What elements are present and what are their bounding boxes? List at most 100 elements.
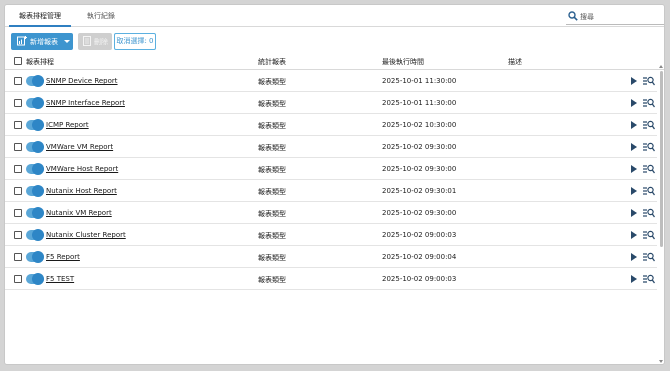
report-add-icon [17, 36, 27, 46]
cancel-selection-button[interactable]: 取消選擇: 0 [114, 33, 156, 50]
play-icon[interactable] [631, 275, 637, 283]
list-search-icon[interactable] [643, 274, 655, 284]
play-icon[interactable] [631, 209, 637, 217]
table-row[interactable]: Nutanix Host Report 報表類型 2025-10-02 09:30:… [5, 180, 657, 202]
search-box[interactable] [566, 9, 664, 25]
column-header-desc[interactable]: 描述 [508, 57, 522, 67]
row-checkbox[interactable] [14, 121, 22, 129]
column-header-schedule[interactable]: 報表排程 [26, 57, 54, 67]
enable-toggle[interactable] [26, 75, 44, 87]
toggle-knob [32, 97, 44, 109]
delete-button[interactable]: 刪除 [78, 33, 112, 50]
report-name-link[interactable]: Nutanix VM Report [46, 209, 112, 217]
select-all-checkbox[interactable] [14, 57, 22, 65]
report-name-link[interactable]: SNMP Interface Report [46, 99, 125, 107]
enable-toggle[interactable] [26, 229, 44, 241]
last-run-time: 2025-10-02 09:30:00 [382, 165, 457, 173]
play-icon[interactable] [631, 77, 637, 85]
row-checkbox[interactable] [14, 143, 22, 151]
play-icon[interactable] [631, 165, 637, 173]
tab-report-schedule[interactable]: 報表排程管理 [9, 5, 71, 27]
play-icon[interactable] [631, 187, 637, 195]
enable-toggle[interactable] [26, 119, 44, 131]
delete-label: 刪除 [94, 38, 108, 46]
add-report-button[interactable]: 新增報表 [11, 33, 73, 50]
last-run-time: 2025-10-02 09:00:03 [382, 231, 457, 239]
search-input[interactable] [580, 10, 660, 23]
list-search-icon[interactable] [643, 164, 655, 174]
row-checkbox[interactable] [14, 187, 22, 195]
table-row[interactable]: SNMP Device Report 報表類型 2025-10-01 11:30:0… [5, 70, 657, 92]
list-search-icon[interactable] [643, 120, 655, 130]
scroll-down-arrow[interactable] [659, 360, 663, 363]
enable-toggle[interactable] [26, 251, 44, 263]
tab-bar: 報表排程管理 執行紀錄 [5, 5, 664, 27]
row-checkbox[interactable] [14, 77, 22, 85]
chevron-down-icon [64, 40, 70, 43]
toggle-knob [32, 185, 44, 197]
report-name-link[interactable]: F5 TEST [46, 275, 74, 283]
list-search-icon[interactable] [643, 230, 655, 240]
search-icon [568, 11, 578, 21]
list-search-icon[interactable] [643, 252, 655, 262]
table-row[interactable]: F5 Report 報表類型 2025-10-02 09:00:04 [5, 246, 657, 268]
report-type: 報表類型 [258, 166, 286, 174]
row-checkbox[interactable] [14, 165, 22, 173]
scrollbar-thumb[interactable] [660, 71, 663, 247]
last-run-time: 2025-10-01 11:30:00 [382, 99, 457, 107]
last-run-time: 2025-10-02 09:30:01 [382, 187, 457, 195]
table-row[interactable]: Nutanix Cluster Report 報表類型 2025-10-02 09:… [5, 224, 657, 246]
report-name-link[interactable]: SNMP Device Report [46, 77, 118, 85]
report-type: 報表類型 [258, 276, 286, 284]
table-row[interactable]: VMWare Host Report 報表類型 2025-10-02 09:30:0… [5, 158, 657, 180]
play-icon[interactable] [631, 99, 637, 107]
list-search-icon[interactable] [643, 76, 655, 86]
column-header-stat[interactable]: 統計報表 [258, 57, 286, 67]
report-name-link[interactable]: ICMP Report [46, 121, 89, 129]
play-icon[interactable] [631, 121, 637, 129]
list-search-icon[interactable] [643, 186, 655, 196]
enable-toggle[interactable] [26, 185, 44, 197]
enable-toggle[interactable] [26, 163, 44, 175]
row-checkbox[interactable] [14, 253, 22, 261]
table-header: 報表排程 統計報表 最後執行時間 描述 [5, 52, 664, 70]
report-name-link[interactable]: VMWare Host Report [46, 165, 118, 173]
enable-toggle[interactable] [26, 97, 44, 109]
row-checkbox[interactable] [14, 231, 22, 239]
list-search-icon[interactable] [643, 98, 655, 108]
last-run-time: 2025-10-02 09:30:00 [382, 209, 457, 217]
list-search-icon[interactable] [643, 142, 655, 152]
toggle-knob [32, 163, 44, 175]
enable-toggle[interactable] [26, 141, 44, 153]
toggle-knob [32, 273, 44, 285]
table-row[interactable]: Nutanix VM Report 報表類型 2025-10-02 09:30:00 [5, 202, 657, 224]
report-name-link[interactable]: Nutanix Cluster Report [46, 231, 126, 239]
table-row[interactable]: VMWare VM Report 報表類型 2025-10-02 09:30:00 [5, 136, 657, 158]
enable-toggle[interactable] [26, 273, 44, 285]
row-checkbox[interactable] [14, 275, 22, 283]
toggle-knob [32, 207, 44, 219]
row-checkbox[interactable] [14, 99, 22, 107]
report-type: 報表類型 [258, 232, 286, 240]
table-row[interactable]: F5 TEST 報表類型 2025-10-02 09:00:03 [5, 268, 657, 290]
row-checkbox[interactable] [14, 209, 22, 217]
report-name-link[interactable]: F5 Report [46, 253, 80, 261]
table-row[interactable]: ICMP Report 報表類型 2025-10-02 10:30:00 [5, 114, 657, 136]
last-run-time: 2025-10-02 09:00:04 [382, 253, 457, 261]
enable-toggle[interactable] [26, 207, 44, 219]
play-icon[interactable] [631, 253, 637, 261]
table-row[interactable]: SNMP Interface Report 報表類型 2025-10-01 11:3… [5, 92, 657, 114]
play-icon[interactable] [631, 143, 637, 151]
report-type: 報表類型 [258, 254, 286, 262]
trash-icon [83, 36, 91, 46]
report-name-link[interactable]: Nutanix Host Report [46, 187, 117, 195]
report-type: 報表類型 [258, 210, 286, 218]
report-type: 報表類型 [258, 144, 286, 152]
column-header-last-run[interactable]: 最後執行時間 [382, 57, 424, 67]
report-name-link[interactable]: VMWare VM Report [46, 143, 113, 151]
tab-execution-log[interactable]: 執行紀錄 [77, 5, 125, 27]
list-search-icon[interactable] [643, 208, 655, 218]
report-schedule-panel: 報表排程管理 執行紀錄 新增報表 [4, 4, 665, 365]
play-icon[interactable] [631, 231, 637, 239]
scroll-up-arrow[interactable] [659, 65, 663, 68]
